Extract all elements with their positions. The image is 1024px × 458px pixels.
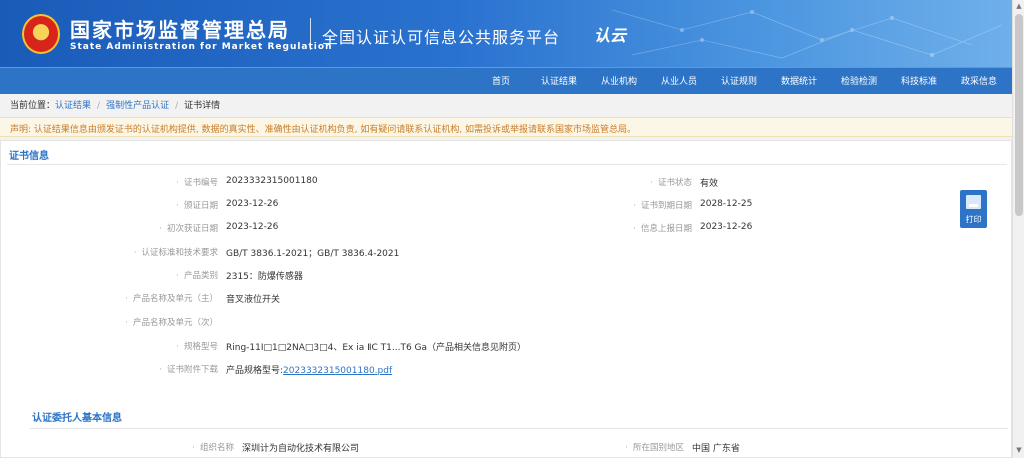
field-value-model: Ring-11I□1□2NA□3□4、Ex ia ⅡC T1...T6 Ga（产…	[226, 343, 527, 353]
field-value-org-name: 深圳计为自动化技术有限公司	[242, 444, 360, 454]
scroll-up-arrow-icon[interactable]: ▲	[1015, 2, 1023, 10]
scroll-down-arrow-icon[interactable]: ▼	[1015, 446, 1023, 454]
field-label: 初次获证日期	[58, 222, 218, 234]
nav-item-inspection[interactable]: 检验检测	[841, 74, 877, 87]
field-label: 规格型号	[58, 340, 218, 352]
breadcrumb-separator: /	[175, 101, 179, 111]
breadcrumb-current: 证书详情	[184, 101, 221, 111]
field-label: 证书到期日期	[532, 199, 692, 211]
platform-logo: 认云	[594, 26, 627, 45]
header-network-decoration	[611, 9, 1003, 59]
nav-item-cert-results[interactable]: 认证结果	[541, 74, 577, 87]
field-label: 证书状态	[532, 176, 692, 188]
nav-item-cert-rules[interactable]: 认证规则	[721, 74, 757, 87]
field-label: 产品名称及单元（次）	[58, 316, 218, 328]
field-label: 组织名称	[74, 441, 234, 453]
scrollbar-thumb[interactable]	[1015, 14, 1023, 216]
field-label: 产品名称及单元（主）	[58, 292, 218, 304]
field-value-report-date: 2023-12-26	[700, 222, 753, 232]
field-label: 认证标准和技术要求	[58, 246, 218, 258]
field-label: 所在国别地区	[524, 441, 684, 453]
field-value-first-issue-date: 2023-12-26	[226, 222, 279, 232]
field-label: 信息上报日期	[532, 222, 692, 234]
section-title-client-info: 认证委托人基本信息	[32, 413, 122, 424]
field-value-expiry-date: 2028-12-25	[700, 199, 753, 209]
field-label: 产品类别	[58, 269, 218, 281]
field-label: 颁证日期	[58, 199, 218, 211]
national-emblem-icon: ★	[22, 14, 60, 54]
nav-item-standards[interactable]: 科技标准	[901, 74, 937, 87]
site-header: ★ 国家市场监督管理总局 State Administration for Ma…	[0, 0, 1012, 67]
field-label: 证书附件下载	[58, 363, 218, 375]
agency-name-en: State Administration for Market Regulati…	[70, 42, 333, 52]
breadcrumb-ccc[interactable]: 强制性产品认证	[106, 101, 169, 111]
field-value-attachment: 产品规格型号:2023332315001180.pdf	[226, 363, 392, 376]
breadcrumb: 当前位置：认证结果 / 强制性产品认证 / 证书详情	[10, 98, 220, 111]
print-button[interactable]: 打印	[960, 190, 987, 228]
section-divider	[7, 164, 1007, 165]
field-value-cert-status: 有效	[700, 179, 719, 189]
field-value-cert-no: 2023332315001180	[226, 176, 318, 186]
print-button-label: 打印	[965, 215, 982, 224]
nav-item-home[interactable]: 首页	[492, 74, 510, 87]
nav-item-practitioners[interactable]: 从业人员	[661, 74, 697, 87]
breadcrumb-prefix: 当前位置：	[10, 101, 56, 111]
nav-item-statistics[interactable]: 数据统计	[781, 74, 817, 87]
field-value-product-category: 2315：防爆传感器	[226, 272, 303, 282]
section-title-cert-info: 证书信息	[9, 151, 49, 162]
disclaimer-banner: 声明: 认证结果信息由颁发证书的认证机构提供, 数据的真实性、准确性由认证机构负…	[0, 117, 1012, 137]
page-scrollbar[interactable]: ▲ ▼	[1012, 0, 1024, 458]
printer-icon	[966, 195, 981, 209]
nav-item-procurement[interactable]: 政采信息	[961, 74, 997, 87]
agency-name-cn: 国家市场监督管理总局	[70, 18, 290, 42]
section-divider	[30, 428, 1008, 429]
field-value-product-name-main: 音叉液位开关	[226, 295, 281, 305]
breadcrumb-separator: /	[97, 101, 101, 111]
field-value-issue-date: 2023-12-26	[226, 199, 279, 209]
field-label: 证书编号	[58, 176, 218, 188]
breadcrumb-cert-results[interactable]: 认证结果	[55, 101, 91, 111]
field-value-region: 中国 广东省	[692, 444, 740, 454]
main-nav: 首页 认证结果 从业机构 从业人员 认证规则 数据统计 检验检测 科技标准 政采…	[0, 67, 1012, 94]
platform-title: 全国认证认可信息公共服务平台	[322, 28, 561, 47]
disclaimer-text: 声明: 认证结果信息由颁发证书的认证机构提供, 数据的真实性、准确性由认证机构负…	[10, 125, 637, 135]
header-divider	[310, 18, 311, 50]
nav-item-institutions[interactable]: 从业机构	[601, 74, 637, 87]
field-value-standards: GB/T 3836.1-2021；GB/T 3836.4-2021	[226, 249, 400, 259]
attachment-prefix: 产品规格型号:	[226, 366, 284, 376]
attachment-download-link[interactable]: 2023332315001180.pdf	[283, 366, 392, 376]
